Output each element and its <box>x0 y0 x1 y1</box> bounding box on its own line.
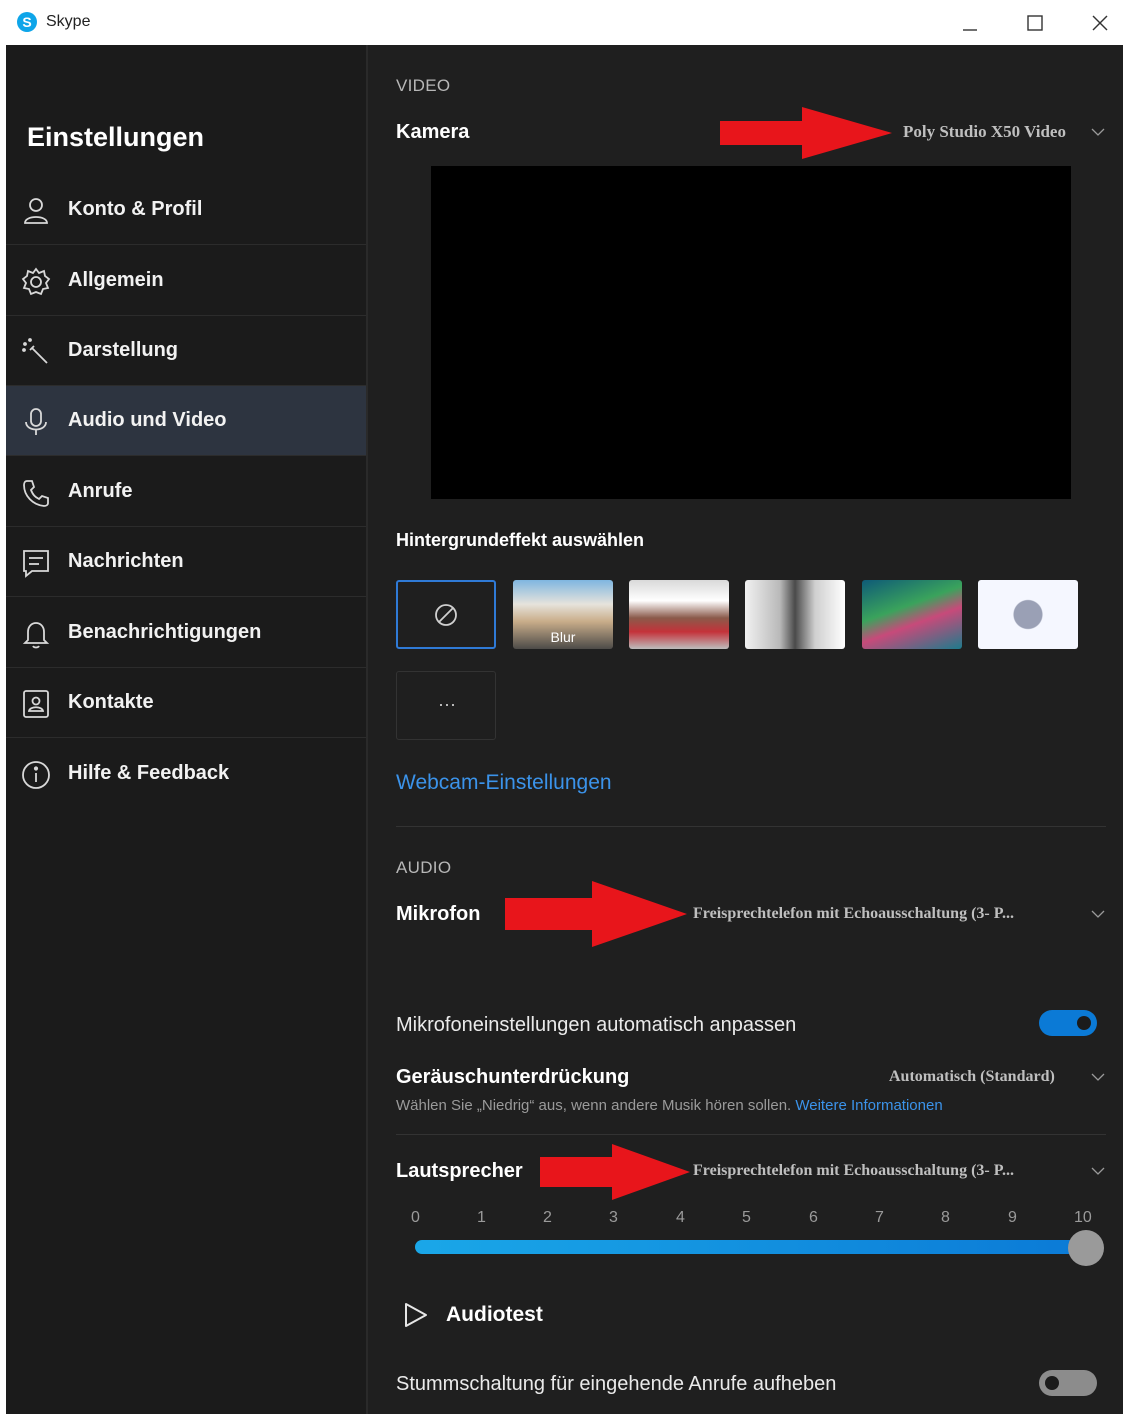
microphone-dropdown-value: Freisprechtelefon mit Echoausschaltung (… <box>693 905 1015 922</box>
volume-slider-track[interactable] <box>415 1240 1087 1254</box>
microphone-label: Mikrofon <box>396 903 481 925</box>
sidebar-item-label: Darstellung <box>68 339 179 361</box>
chevron-down-icon[interactable] <box>1091 127 1105 137</box>
effect-pattern-background[interactable] <box>978 580 1078 649</box>
volume-tick: 0 <box>411 1209 420 1226</box>
phone-icon <box>23 480 49 507</box>
volume-tick: 1 <box>477 1209 486 1226</box>
blur-label: Blur <box>550 629 576 645</box>
person-icon <box>24 198 48 224</box>
volume-tick: 4 <box>676 1209 685 1226</box>
noise-suppression-label: Geräuschunterdrückung <box>396 1066 630 1088</box>
noise-suppression-hint: Wählen Sie „Niedrig“ aus, wenn andere Mu… <box>396 1097 943 1114</box>
sidebar-item-nachrichten[interactable]: Nachrichten <box>6 527 366 597</box>
noise-suppression-value: Automatisch (Standard) <box>889 1068 1055 1085</box>
minimize-icon[interactable] <box>955 8 985 38</box>
volume-tick: 3 <box>609 1209 618 1226</box>
speaker-label: Lautsprecher <box>396 1160 523 1182</box>
background-effect-title: Hintergrundeffekt auswählen <box>396 530 645 550</box>
sidebar-item-konto-profil[interactable]: Konto & Profil <box>6 175 366 245</box>
title-bar: S Skype <box>0 0 1123 45</box>
no-effect-icon <box>435 604 457 626</box>
chevron-down-icon[interactable] <box>1091 1166 1105 1176</box>
auto-adjust-label: Mikrofoneinstellungen automatisch anpass… <box>396 1014 797 1036</box>
sidebar-item-label: Audio und Video <box>68 409 227 431</box>
settings-title: Einstellungen <box>27 122 205 152</box>
sidebar-item-label: Konto & Profil <box>68 198 203 220</box>
unmute-incoming-label: Stummschaltung für eingehende Anrufe auf… <box>396 1373 837 1395</box>
unmute-incoming-toggle[interactable] <box>1039 1370 1097 1396</box>
auto-adjust-toggle[interactable] <box>1039 1010 1097 1036</box>
microphone-icon <box>25 408 47 435</box>
info-icon <box>22 761 50 789</box>
volume-tick: 10 <box>1074 1209 1092 1226</box>
sidebar-item-label: Benachrichtigungen <box>68 621 262 643</box>
sidebar-item-hilfe-feedback[interactable]: Hilfe & Feedback <box>6 739 366 809</box>
effect-blur-button[interactable]: Blur <box>513 580 613 649</box>
sidebar-item-label: Nachrichten <box>68 550 184 572</box>
sidebar-item-darstellung[interactable]: Darstellung <box>6 316 366 386</box>
effect-none-button[interactable] <box>396 580 496 649</box>
toggle-knob <box>1077 1016 1091 1030</box>
camera-preview <box>431 166 1071 499</box>
more-effects-button[interactable]: ··· <box>396 671 496 740</box>
effect-hallway-background[interactable] <box>745 580 845 649</box>
skype-logo-icon: S <box>17 12 37 32</box>
skype-window: S Skype Einstellungen Konto & Profil All… <box>0 0 1123 1414</box>
toggle-knob <box>1045 1376 1059 1390</box>
play-icon[interactable] <box>402 1301 430 1329</box>
close-icon[interactable] <box>1085 8 1115 38</box>
magic-wand-icon <box>22 338 48 364</box>
camera-label: Kamera <box>396 121 470 143</box>
audiotest-button[interactable]: Audiotest <box>446 1303 543 1327</box>
sidebar-item-label: Hilfe & Feedback <box>68 762 230 784</box>
volume-tick: 9 <box>1008 1209 1017 1226</box>
sidebar-item-audio-und-video[interactable]: Audio und Video <box>6 386 366 456</box>
volume-tick: 8 <box>941 1209 950 1226</box>
sidebar-item-label: Kontakte <box>68 691 154 713</box>
maximize-icon[interactable] <box>1020 8 1050 38</box>
volume-tick: 2 <box>543 1209 552 1226</box>
sidebar-item-label: Anrufe <box>68 480 133 502</box>
message-icon <box>23 550 49 578</box>
volume-tick: 6 <box>809 1209 818 1226</box>
sidebar-item-anrufe[interactable]: Anrufe <box>6 457 366 527</box>
audio-section-heading: AUDIO <box>396 858 452 877</box>
hint-text: Wählen Sie „Niedrig“ aus, wenn andere Mu… <box>396 1097 792 1114</box>
gear-icon <box>21 267 51 296</box>
webcam-settings-link[interactable]: Webcam-Einstellungen <box>396 771 612 795</box>
bell-icon <box>22 622 50 649</box>
more-icon: ··· <box>438 694 456 714</box>
sidebar-item-kontakte[interactable]: Kontakte <box>6 668 366 738</box>
effect-playroom-background[interactable] <box>862 580 962 649</box>
section-divider <box>396 826 1106 827</box>
volume-tick: 5 <box>742 1209 751 1226</box>
audio-video-panel[interactable]: VIDEO Kamera Poly Studio X50 Video Hinte… <box>368 45 1123 1414</box>
more-info-link[interactable]: Weitere Informationen <box>795 1097 942 1114</box>
contacts-icon <box>23 690 49 718</box>
sidebar-item-label: Allgemein <box>68 269 164 291</box>
noise-suppression-dropdown[interactable]: Automatisch (Standard) <box>889 1068 1055 1086</box>
microphone-dropdown[interactable]: Freisprechtelefon mit Echoausschaltung (… <box>693 905 1014 923</box>
volume-tick: 7 <box>875 1209 884 1226</box>
chevron-down-icon[interactable] <box>1091 1072 1105 1082</box>
sidebar-item-allgemein[interactable]: Allgemein <box>6 246 366 316</box>
chevron-down-icon[interactable] <box>1091 909 1105 919</box>
sidebar-item-benachrichtigungen[interactable]: Benachrichtigungen <box>6 598 366 668</box>
section-divider <box>396 1134 1106 1135</box>
annotation-arrow-camera <box>720 107 892 159</box>
volume-slider-handle[interactable] <box>1068 1230 1104 1266</box>
speaker-dropdown[interactable]: Freisprechtelefon mit Echoausschaltung (… <box>693 1162 1014 1180</box>
annotation-arrow-speaker <box>540 1144 690 1200</box>
effect-office-background[interactable] <box>629 580 729 649</box>
camera-dropdown[interactable]: Poly Studio X50 Video <box>903 122 1066 142</box>
video-section-heading: VIDEO <box>396 76 451 95</box>
speaker-dropdown-value: Freisprechtelefon mit Echoausschaltung (… <box>693 1162 1015 1179</box>
window-title: Skype <box>46 13 91 30</box>
annotation-arrow-microphone <box>505 881 687 947</box>
camera-dropdown-value: Poly Studio X50 Video <box>903 122 1066 141</box>
settings-sidebar: Einstellungen Konto & Profil Allgemein D… <box>6 45 366 1414</box>
